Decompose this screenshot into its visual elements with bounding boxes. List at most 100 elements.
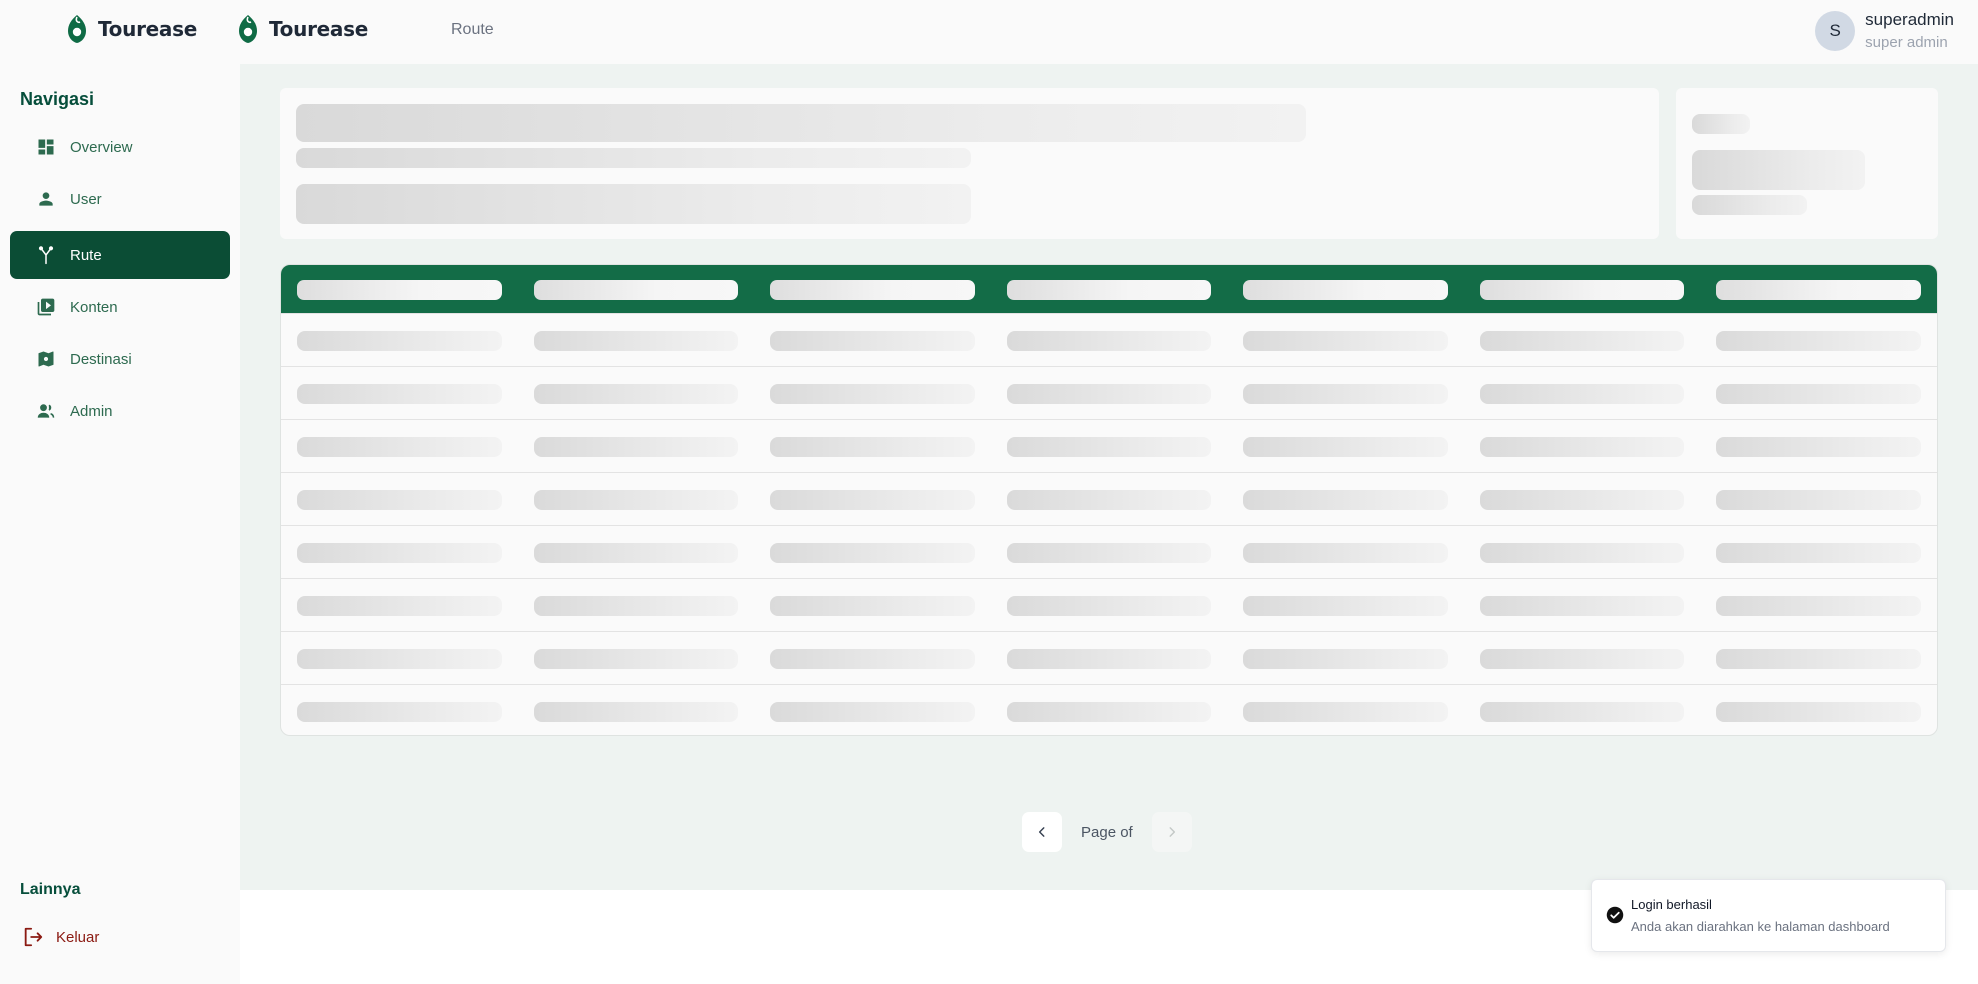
next-page-button[interactable] — [1151, 812, 1192, 852]
table-cell-skeleton — [1480, 437, 1684, 457]
table-cell-skeleton — [1480, 543, 1684, 563]
table-cell-skeleton — [297, 702, 502, 722]
table-header — [281, 265, 1937, 313]
table-cell-skeleton — [297, 543, 502, 563]
table-row — [281, 419, 1937, 472]
sidebar: Navigasi Overview User Rute Konten Desti… — [0, 64, 240, 984]
table-cell-skeleton — [534, 490, 738, 510]
table-cell-skeleton — [297, 331, 502, 351]
table-cell-skeleton — [1243, 702, 1448, 722]
table-cell-skeleton — [1243, 596, 1448, 616]
table-cell-skeleton — [1007, 702, 1211, 722]
table-cell-skeleton — [534, 384, 738, 404]
brand-name: Tourease — [269, 17, 368, 41]
pagination: Page of — [1022, 812, 1192, 852]
sidebar-item-konten[interactable]: Konten — [10, 283, 230, 331]
table-cell-skeleton — [297, 384, 502, 404]
table-cell-skeleton — [1243, 490, 1448, 510]
previous-page-button[interactable] — [1022, 812, 1062, 852]
group-icon — [37, 404, 55, 418]
sidebar-item-rute[interactable]: Rute — [10, 231, 230, 279]
logout-icon — [24, 927, 43, 947]
sidebar-item-label: User — [70, 190, 102, 208]
route-table-skeleton — [280, 264, 1938, 736]
table-cell-skeleton — [297, 649, 502, 669]
header-cell-skeleton — [1716, 280, 1921, 300]
route-icon — [38, 246, 54, 265]
skeleton-stat-value — [1692, 150, 1865, 190]
table-cell-skeleton — [770, 596, 975, 616]
table-cell-skeleton — [1480, 384, 1684, 404]
chevron-right-icon — [1169, 827, 1175, 837]
table-cell-skeleton — [1243, 649, 1448, 669]
table-cell-skeleton — [1007, 437, 1211, 457]
table-cell-skeleton — [297, 596, 502, 616]
table-cell-skeleton — [1007, 384, 1211, 404]
sidebar-item-label: Konten — [70, 298, 118, 316]
location-pin-logo-icon — [239, 15, 257, 43]
route-info-card-skeleton — [280, 88, 1659, 239]
table-cell-skeleton — [1716, 384, 1921, 404]
chevron-left-icon — [1038, 827, 1045, 837]
table-cell-skeleton — [1716, 543, 1921, 563]
login-success-toast: Login berhasil Anda akan diarahkan ke ha… — [1591, 879, 1946, 952]
table-cell-skeleton — [1716, 437, 1921, 457]
user-role: super admin — [1865, 34, 1948, 51]
skeleton-title — [296, 104, 1306, 142]
sidebar-item-user[interactable]: User — [10, 175, 230, 223]
header-cell-skeleton — [770, 280, 975, 300]
check-circle-icon — [1606, 906, 1624, 924]
table-cell-skeleton — [1007, 331, 1211, 351]
table-row — [281, 472, 1937, 525]
brand-logo-secondary[interactable]: Tourease — [237, 14, 368, 44]
logout-label: Keluar — [56, 928, 100, 946]
top-header: Tourease Tourease Route S superadmin sup… — [0, 0, 1978, 64]
user-name: superadmin — [1865, 10, 1954, 29]
table-cell-skeleton — [1716, 649, 1921, 669]
table-cell-skeleton — [1480, 490, 1684, 510]
table-cell-skeleton — [1007, 490, 1211, 510]
table-cell-skeleton — [770, 702, 975, 722]
page-indicator: Page of — [1081, 823, 1133, 841]
header-cell-skeleton — [534, 280, 738, 300]
table-cell-skeleton — [534, 543, 738, 563]
table-cell-skeleton — [1716, 331, 1921, 351]
logout-button[interactable]: Keluar — [22, 926, 99, 948]
table-row — [281, 631, 1937, 684]
table-cell-skeleton — [534, 702, 738, 722]
table-cell-skeleton — [1716, 596, 1921, 616]
sidebar-item-destinasi[interactable]: Destinasi — [10, 335, 230, 383]
skeleton-field — [296, 184, 971, 224]
table-cell-skeleton — [770, 543, 975, 563]
table-cell-skeleton — [1243, 437, 1448, 457]
table-cell-skeleton — [1007, 649, 1211, 669]
sidebar-item-admin[interactable]: Admin — [10, 387, 230, 435]
table-row — [281, 313, 1937, 366]
table-cell-skeleton — [1716, 490, 1921, 510]
sidebar-item-label: Rute — [70, 246, 102, 264]
table-row — [281, 366, 1937, 419]
table-cell-skeleton — [1243, 543, 1448, 563]
skeleton-stat-caption — [1692, 195, 1807, 215]
user-menu[interactable]: S superadmin super admin — [1815, 10, 1954, 51]
route-stat-card-skeleton — [1676, 88, 1938, 239]
breadcrumb: Route — [451, 21, 494, 38]
table-cell-skeleton — [534, 331, 738, 351]
sidebar-item-overview[interactable]: Overview — [10, 123, 230, 171]
location-pin-logo-icon — [68, 15, 86, 43]
table-cell-skeleton — [1007, 596, 1211, 616]
avatar[interactable]: S — [1815, 10, 1856, 51]
table-row — [281, 578, 1937, 631]
table-cell-skeleton — [534, 649, 738, 669]
table-cell-skeleton — [770, 490, 975, 510]
skeleton-stat-label — [1692, 114, 1750, 134]
table-cell-skeleton — [1716, 702, 1921, 722]
header-cell-skeleton — [297, 280, 502, 300]
brand-logo-link[interactable]: Tourease — [66, 14, 197, 44]
table-cell-skeleton — [1480, 596, 1684, 616]
video-library-icon — [37, 298, 55, 316]
table-row — [281, 684, 1937, 735]
toast-title: Login berhasil — [1631, 897, 1712, 912]
table-cell-skeleton — [534, 596, 738, 616]
table-cell-skeleton — [770, 331, 975, 351]
